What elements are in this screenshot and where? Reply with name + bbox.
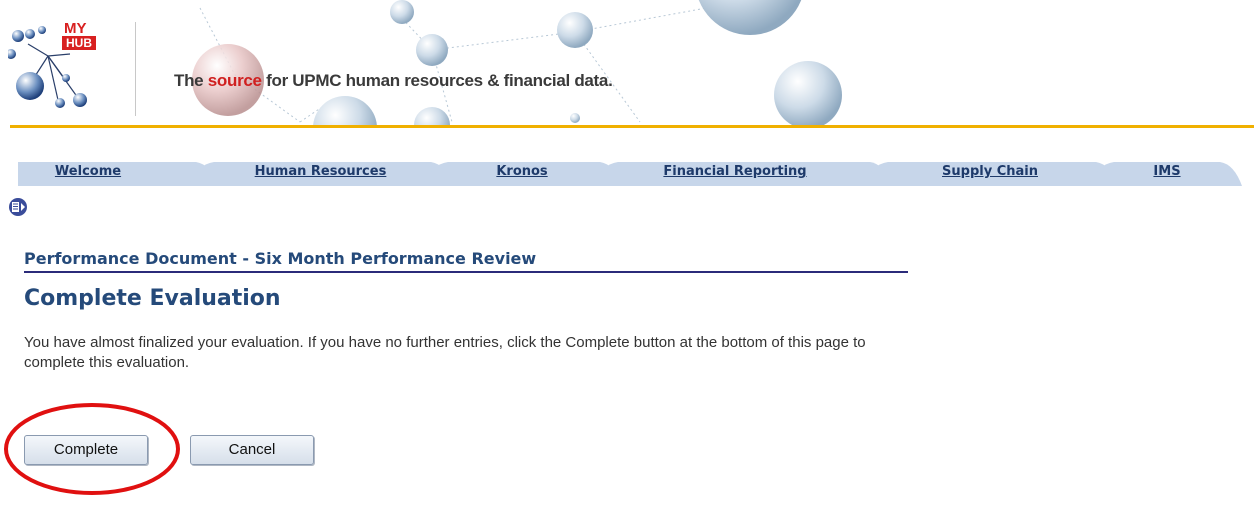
tagline-highlight: source [207,71,262,90]
menu-collapse-icon[interactable] [8,196,32,218]
logo-text-hub: HUB [62,36,96,50]
logo-divider [135,22,136,116]
tab-ims-label[interactable]: IMS [1090,164,1244,179]
document-title: Performance Document - Six Month Perform… [24,249,537,268]
main-nav-tabs: Welcome Human Resources Kronos Financial… [0,152,1254,186]
header-divider [10,125,1254,128]
highlight-circle-annotation [4,403,180,495]
title-divider [24,271,908,273]
logo-text-my: MY [64,20,87,37]
site-tagline: The source for UPMC human resources & fi… [174,71,613,91]
site-header: MY HUB The source for UPMC human resourc… [0,0,1254,128]
tab-welcome-label[interactable]: Welcome [0,164,188,179]
tab-supply-chain-label[interactable]: Supply Chain [862,164,1118,179]
tagline-suffix: for UPMC human resources & financial dat… [261,71,613,90]
header-bubbles-graphic [192,0,842,128]
tab-human-resources[interactable]: Human Resources [188,162,453,186]
tab-ims[interactable]: IMS [1088,162,1242,186]
tagline-prefix: The [174,71,208,90]
tab-financial-reporting[interactable]: Financial Reporting [592,162,892,186]
tab-supply-chain[interactable]: Supply Chain [862,162,1118,186]
cancel-button[interactable]: Cancel [190,435,314,465]
instructions-text: You have almost finalized your evaluatio… [24,334,866,371]
tab-human-resources-label[interactable]: Human Resources [188,164,453,179]
tab-financial-reporting-label[interactable]: Financial Reporting [585,164,885,179]
page-title: Complete Evaluation [24,286,281,311]
